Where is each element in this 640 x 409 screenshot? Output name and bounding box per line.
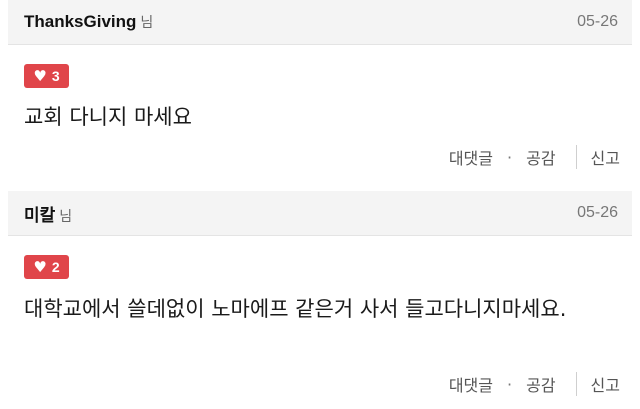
like-badge[interactable]: ♥ 2	[24, 255, 69, 279]
comment-item: ThanksGiving 님 05-26 ♥ 3 교회 다니지 마세요 대댓글 …	[0, 0, 640, 185]
empathy-button[interactable]: 공감	[526, 372, 555, 396]
author-honorific: 님	[59, 208, 73, 225]
report-button[interactable]: 신고	[591, 372, 620, 396]
comment-date: 05-26	[577, 204, 618, 221]
like-count: 3	[51, 68, 60, 84]
divider	[575, 372, 577, 396]
like-count: 2	[51, 259, 60, 275]
comment-date: 05-26	[577, 13, 618, 30]
divider	[575, 145, 577, 169]
comment-author: 미칼 님	[24, 201, 72, 226]
author-honorific: 님	[140, 15, 154, 31]
comment-body: 교회 다니지 마세요	[24, 105, 192, 129]
comment-actions: 대댓글 · 공감 신고	[449, 372, 620, 396]
reply-button[interactable]: 대댓글	[449, 145, 493, 169]
like-badge[interactable]: ♥ 3	[24, 64, 69, 88]
comment-header: 미칼 님 05-26	[8, 191, 632, 236]
author-name[interactable]: ThanksGiving	[24, 12, 136, 32]
comment-body: 대학교에서 쓸데없이 노마에프 같은거 사서 들고다니지마세요.	[24, 297, 567, 321]
author-name[interactable]: 미칼	[24, 201, 55, 226]
comment-author: ThanksGiving 님	[24, 12, 153, 32]
empathy-button[interactable]: 공감	[526, 145, 555, 169]
comment-header: ThanksGiving 님 05-26	[8, 0, 632, 45]
separator-dot: ·	[507, 374, 513, 394]
comment-item: 미칼 님 05-26 ♥ 2 대학교에서 쓸데없이 노마에프 같은거 사서 들고…	[0, 191, 640, 409]
report-button[interactable]: 신고	[591, 145, 620, 169]
reply-button[interactable]: 대댓글	[449, 372, 493, 396]
heart-icon: ♥	[33, 66, 47, 85]
heart-icon: ♥	[33, 257, 47, 276]
separator-dot: ·	[507, 147, 513, 167]
comment-actions: 대댓글 · 공감 신고	[449, 145, 620, 169]
